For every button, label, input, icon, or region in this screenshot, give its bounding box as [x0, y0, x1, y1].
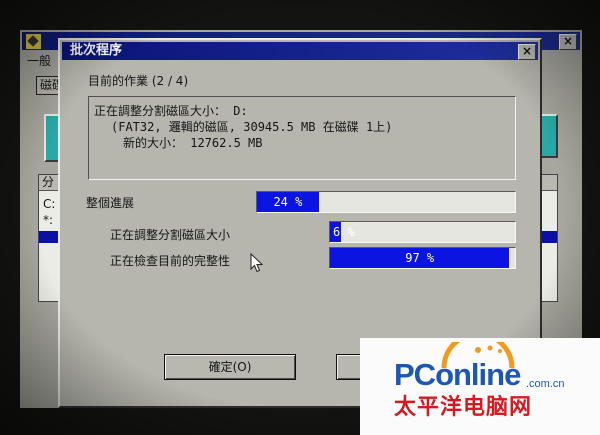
list-item[interactable]: *: [43, 213, 53, 227]
parent-close-icon[interactable]: × [559, 34, 577, 50]
mouse-cursor-icon [250, 253, 264, 273]
dialog-title: 批次程序 [70, 43, 123, 58]
dialog-title-bar[interactable]: 批次程序 × [62, 42, 538, 60]
integrity-progress-label: 正在檢查目前的完整性 [110, 254, 231, 268]
watermark-brand: PConline [394, 357, 521, 392]
overall-progress-label: 整個進展 [86, 196, 135, 210]
resize-progress-label: 正在調整分割磁區大小 [110, 228, 231, 242]
overall-progress-bar: 24 % [256, 191, 516, 213]
job-details-box: 正在調整分割磁區大小： D: (FAT32, 邏輯的磁區, 30945.5 MB… [88, 96, 516, 180]
detail-line: (FAT32, 邏輯的磁區, 30945.5 MB 在磁碟 1上) [111, 120, 393, 134]
app-icon [25, 33, 42, 50]
watermark-name: 太平洋电脑网 [394, 395, 533, 420]
progress-percent: 24 % [273, 195, 303, 209]
ok-button[interactable]: 確定(O) [164, 354, 296, 380]
menu-general[interactable]: 一般 [27, 52, 51, 69]
integrity-progress-bar: 97 % [329, 247, 516, 269]
resize-progress-bar: 6 % [329, 221, 516, 243]
current-job-label: 目前的作業 (2 / 4) [88, 74, 189, 88]
watermark-domain: .com.cn [526, 378, 565, 390]
watermark-logo: PConline .com.cn 太平洋电脑网 [360, 338, 600, 435]
detail-line: 正在調整分割磁區大小： D: [94, 104, 248, 118]
progress-percent: 6 % [333, 225, 355, 239]
close-icon[interactable]: × [518, 44, 536, 60]
detail-line: 新的大小： 12762.5 MB [123, 136, 263, 150]
progress-percent: 97 % [405, 251, 435, 265]
list-item[interactable]: C: [43, 197, 55, 211]
